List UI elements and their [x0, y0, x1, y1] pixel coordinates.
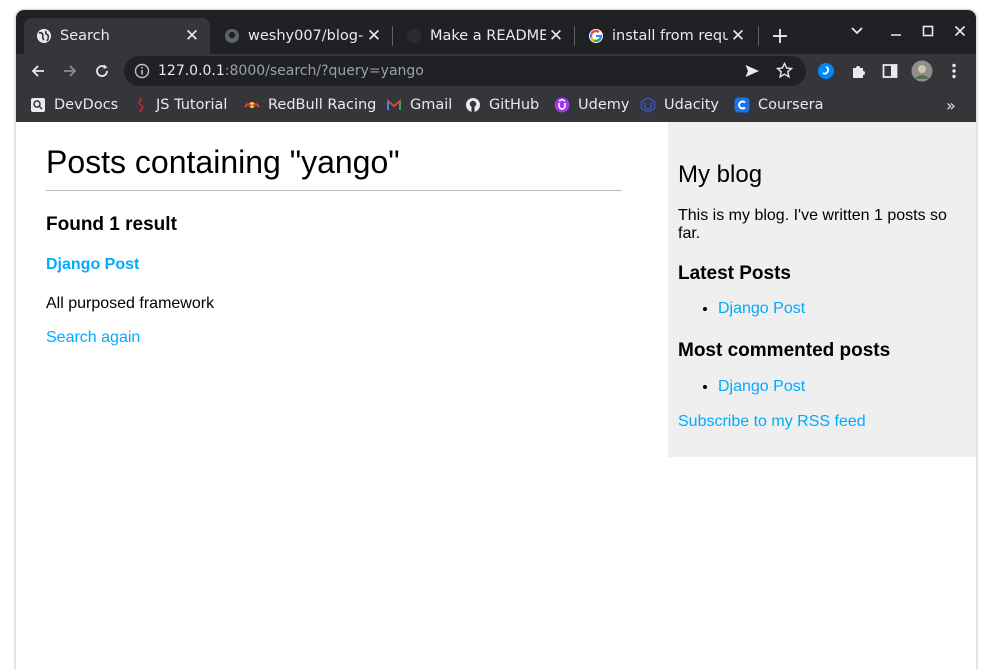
reload-icon[interactable]	[90, 59, 114, 83]
sidebar-title: My blog	[678, 161, 763, 188]
tab-title: Search	[60, 28, 110, 44]
github-icon	[224, 28, 240, 44]
devdocs-icon	[30, 97, 46, 113]
tab-separator	[574, 26, 575, 46]
bookmark-label: Coursera	[758, 97, 824, 113]
result-post-link[interactable]: Django Post	[46, 256, 139, 274]
tab-separator	[758, 26, 759, 46]
bookmark-label: DevDocs	[54, 97, 119, 113]
most-commented-post-link[interactable]: Django Post	[718, 378, 805, 395]
shazam-extension-icon[interactable]	[814, 59, 838, 83]
close-icon[interactable]: ✕	[546, 26, 566, 46]
most-commented-heading: Most commented posts	[678, 340, 891, 361]
bookmark-label: RedBull Racing	[268, 97, 377, 113]
udacity-icon	[640, 97, 656, 113]
bookmark-label: JS Tutorial	[156, 97, 228, 113]
tab-title: weshy007/blog--a	[248, 28, 364, 44]
coursera-icon	[734, 97, 750, 113]
bookmark-star-icon[interactable]	[775, 61, 794, 83]
rss-feed-link[interactable]: Subscribe to my RSS feed	[678, 413, 866, 431]
site-info-icon[interactable]	[134, 63, 150, 83]
latest-post-link[interactable]: Django Post	[718, 300, 805, 317]
browser-window: Search ✕ weshy007/blog--a ✕ Make a READM…	[16, 10, 976, 670]
profile-avatar[interactable]	[910, 59, 934, 83]
close-icon[interactable]: ✕	[182, 26, 202, 46]
list-item: Django Post	[718, 378, 805, 396]
bookmark-label: GitHub	[489, 97, 540, 113]
tab-title: Make a README	[430, 28, 546, 44]
url-path: :8000/search/?query=yango	[224, 63, 424, 79]
bookmarks-bar: DevDocs JS Tutorial RedBull Racing Gmail…	[16, 88, 976, 123]
page-viewport: Posts containing "yango" Found 1 result …	[16, 122, 976, 670]
bookmark-udemy[interactable]: Udemy	[554, 95, 629, 115]
gmail-icon	[386, 97, 402, 113]
latest-posts-heading: Latest Posts	[678, 263, 791, 284]
back-arrow-icon[interactable]	[26, 59, 50, 83]
new-tab-plus-icon[interactable]: +	[768, 24, 792, 49]
bookmark-label: Udemy	[578, 97, 630, 113]
bookmark-coursera[interactable]: Coursera	[734, 95, 823, 115]
bookmark-label: Udacity	[664, 97, 719, 113]
address-bar[interactable]: 127.0.0.1:8000/search/?query=yango	[124, 56, 806, 86]
browser-toolbar: 127.0.0.1:8000/search/?query=yango	[16, 54, 976, 88]
udemy-icon	[554, 97, 570, 113]
bookmark-gmail[interactable]: Gmail	[386, 95, 452, 115]
minimize-icon[interactable]	[885, 20, 907, 42]
tab-strip: Search ✕ weshy007/blog--a ✕ Make a READM…	[16, 10, 976, 54]
title-divider	[46, 190, 622, 191]
tab-title: install from requi	[612, 28, 728, 44]
maximize-icon[interactable]	[917, 20, 939, 42]
tab-github[interactable]: weshy007/blog--a ✕	[212, 18, 392, 54]
tab-readme[interactable]: Make a README ✕	[394, 18, 574, 54]
bookmark-redbull-racing[interactable]: RedBull Racing	[244, 95, 376, 115]
tab-google[interactable]: install from requi ✕	[576, 18, 756, 54]
redbull-icon	[244, 97, 260, 113]
most-commented-list: Django Post	[678, 378, 805, 396]
github-icon	[465, 97, 481, 113]
url-host: 127.0.0.1	[158, 63, 225, 79]
result-post-excerpt: All purposed framework	[46, 295, 215, 312]
readme-icon	[406, 28, 422, 44]
latest-posts-list: Django Post	[678, 300, 805, 318]
extensions-puzzle-icon[interactable]	[846, 59, 870, 83]
globe-icon	[36, 28, 52, 44]
bookmark-devdocs[interactable]: DevDocs	[30, 95, 118, 115]
side-panel-icon[interactable]	[878, 59, 902, 83]
sidebar: My blog This is my blog. I've written 1 …	[668, 122, 976, 457]
bookmark-js-tutorial[interactable]: JS Tutorial	[132, 95, 227, 115]
list-item: Django Post	[718, 300, 805, 318]
js-tutorial-icon	[132, 97, 148, 113]
url-text[interactable]: 127.0.0.1:8000/search/?query=yango	[158, 63, 424, 79]
tab-search[interactable]: Search ✕	[24, 18, 210, 54]
window-close-icon[interactable]	[949, 20, 971, 42]
close-icon[interactable]: ✕	[364, 26, 384, 46]
google-icon	[588, 28, 604, 44]
bookmark-github[interactable]: GitHub	[465, 95, 539, 115]
bookmark-udacity[interactable]: Udacity	[640, 95, 719, 115]
send-to-device-icon[interactable]	[744, 63, 760, 83]
forward-arrow-icon[interactable]	[58, 59, 82, 83]
tab-separator	[392, 26, 393, 46]
more-menu-icon[interactable]	[942, 59, 966, 83]
page-title: Posts containing "yango"	[46, 144, 400, 180]
bookmark-label: Gmail	[410, 97, 453, 113]
close-icon[interactable]: ✕	[728, 26, 748, 46]
result-count: Found 1 result	[46, 214, 177, 235]
tab-search-chevron-icon[interactable]	[846, 20, 868, 42]
search-again-link[interactable]: Search again	[46, 329, 140, 347]
sidebar-intro: This is my blog. I've written 1 posts so…	[678, 207, 947, 242]
more-bookmarks-chevron-icon[interactable]: »	[946, 95, 956, 115]
